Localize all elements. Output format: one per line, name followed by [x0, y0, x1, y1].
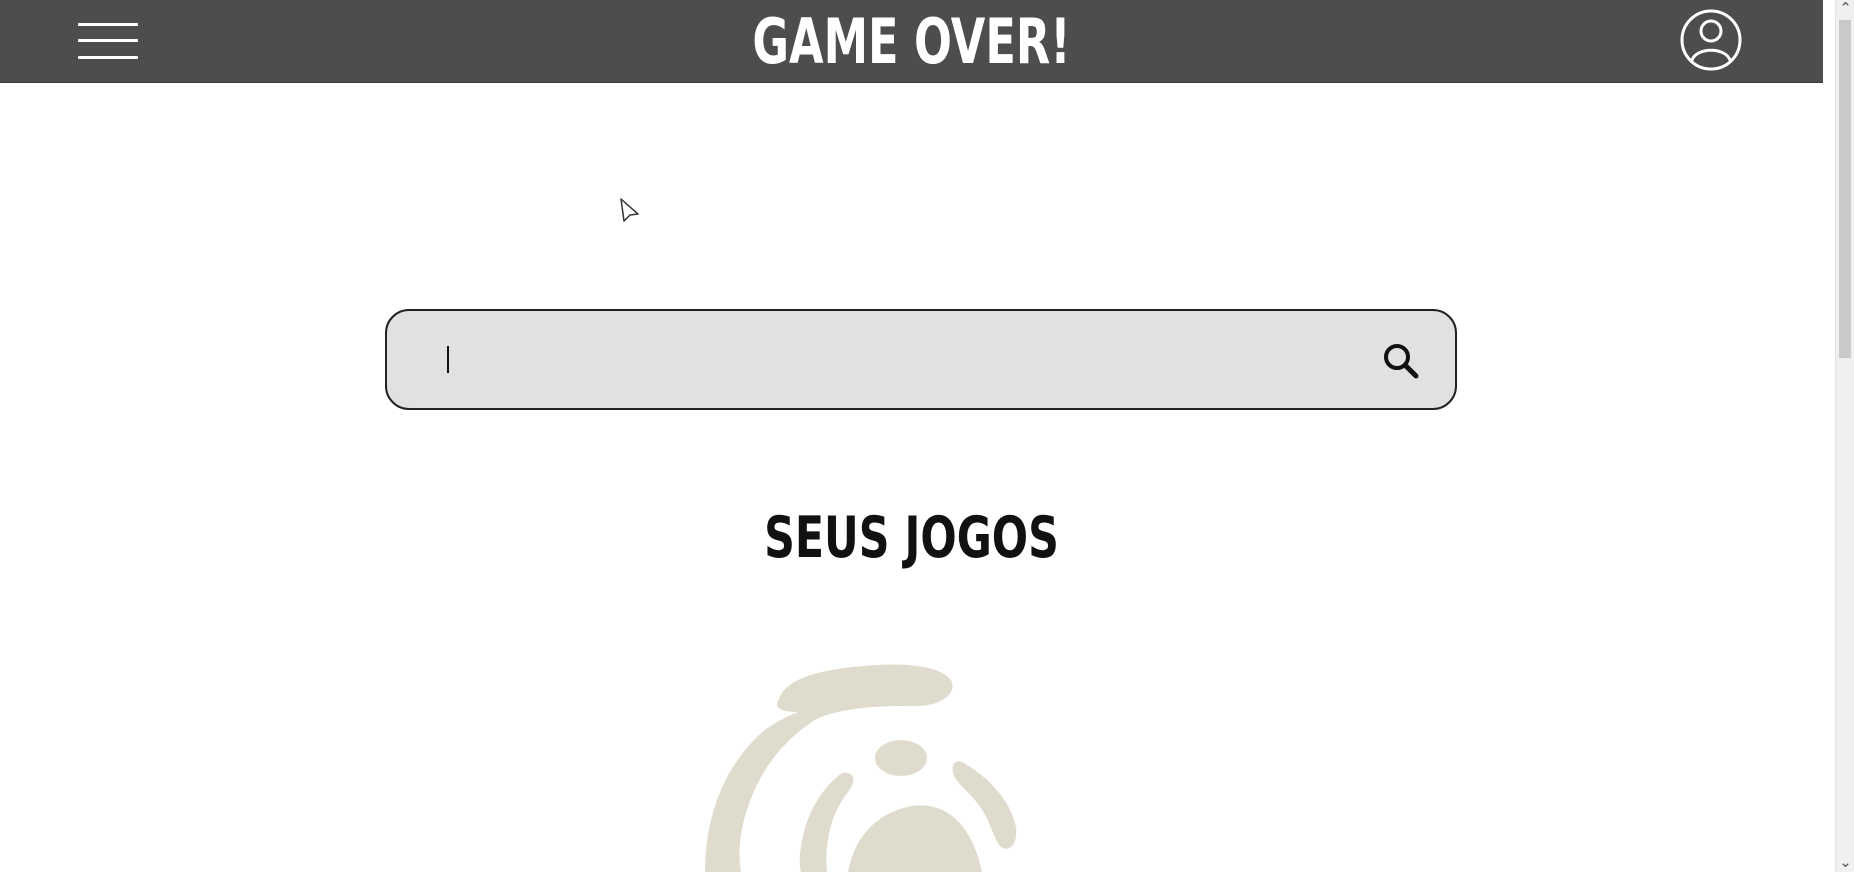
section-title: SEUS JOGOS — [764, 505, 1059, 572]
page: GAME OVER! SEUS JOGOS ⌃ ⌄ — [0, 0, 1854, 872]
chevron-down-icon[interactable]: ⌄ — [1838, 854, 1853, 872]
search-input[interactable] — [430, 331, 1344, 389]
game-emblem-icon — [705, 664, 1017, 872]
vertical-scrollbar[interactable]: ⌃ ⌄ — [1835, 0, 1854, 872]
app-title: GAME OVER! — [752, 5, 1071, 78]
user-account-icon — [1680, 9, 1742, 71]
mouse-pointer-icon — [620, 198, 639, 222]
user-account-button[interactable] — [1678, 7, 1744, 73]
chevron-up-icon[interactable]: ⌃ — [1838, 0, 1853, 18]
top-navigation-bar: GAME OVER! — [0, 0, 1823, 83]
text-caret — [447, 346, 449, 373]
hamburger-menu-button[interactable] — [72, 16, 142, 66]
scrollbar-thumb[interactable] — [1839, 20, 1851, 358]
search-bar[interactable] — [385, 309, 1457, 410]
search-icon[interactable] — [1382, 342, 1420, 380]
